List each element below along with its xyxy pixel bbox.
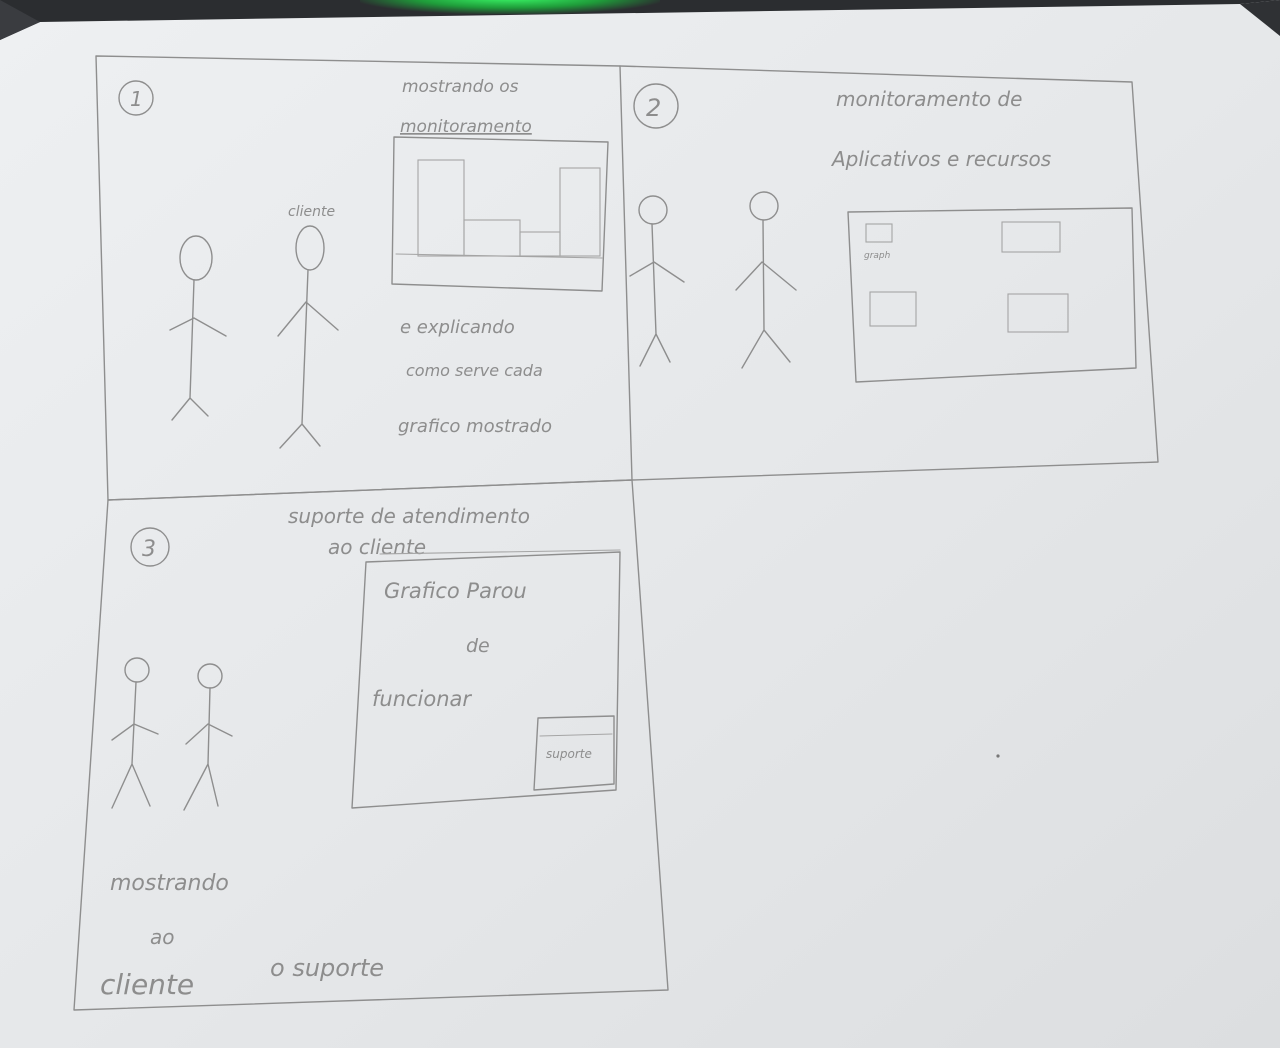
panel-1-number: 1 — [130, 87, 143, 111]
panel-2-widget-label: graph — [864, 251, 891, 261]
sketch-paper: 1 mostrando os monitoramento cliente e e… — [0, 0, 1280, 1048]
support-button-label: suporte — [546, 747, 592, 761]
pencil-mark — [996, 754, 1000, 758]
panel-2-caption-1: monitoramento de — [836, 87, 1022, 111]
panel-3-caption-2: ao cliente — [328, 535, 426, 559]
panel-3-caption-bottom-1: mostrando — [110, 871, 229, 896]
panel-2-number: 2 — [646, 94, 661, 122]
panel-1-caption-bottom-1: e explicando — [400, 317, 515, 338]
panel-2-caption-2: Aplicativos e recursos — [830, 147, 1051, 171]
panel-3-screen-line-3: funcionar — [372, 687, 472, 711]
panel-1-figure-label: cliente — [288, 204, 335, 220]
panel-1-caption-bottom-3: grafico mostrado — [398, 416, 552, 437]
panel-3-caption-bottom-2: ao — [150, 925, 175, 949]
panel-1-caption-top-2: monitoramento — [400, 117, 532, 137]
panel-3-screen-line-1: Grafico Parou — [384, 579, 527, 603]
panel-1-caption-top-1: mostrando os — [402, 77, 519, 97]
panel-3-screen-line-2: de — [466, 635, 490, 657]
panel-3-number: 3 — [142, 537, 156, 562]
panel-3-caption-1: suporte de atendimento — [288, 504, 530, 528]
panel-3-caption-bottom-4: o suporte — [270, 954, 384, 982]
panel-3-caption-bottom-3: cliente — [100, 968, 194, 1001]
panel-1-caption-bottom-2: como serve cada — [406, 361, 543, 380]
